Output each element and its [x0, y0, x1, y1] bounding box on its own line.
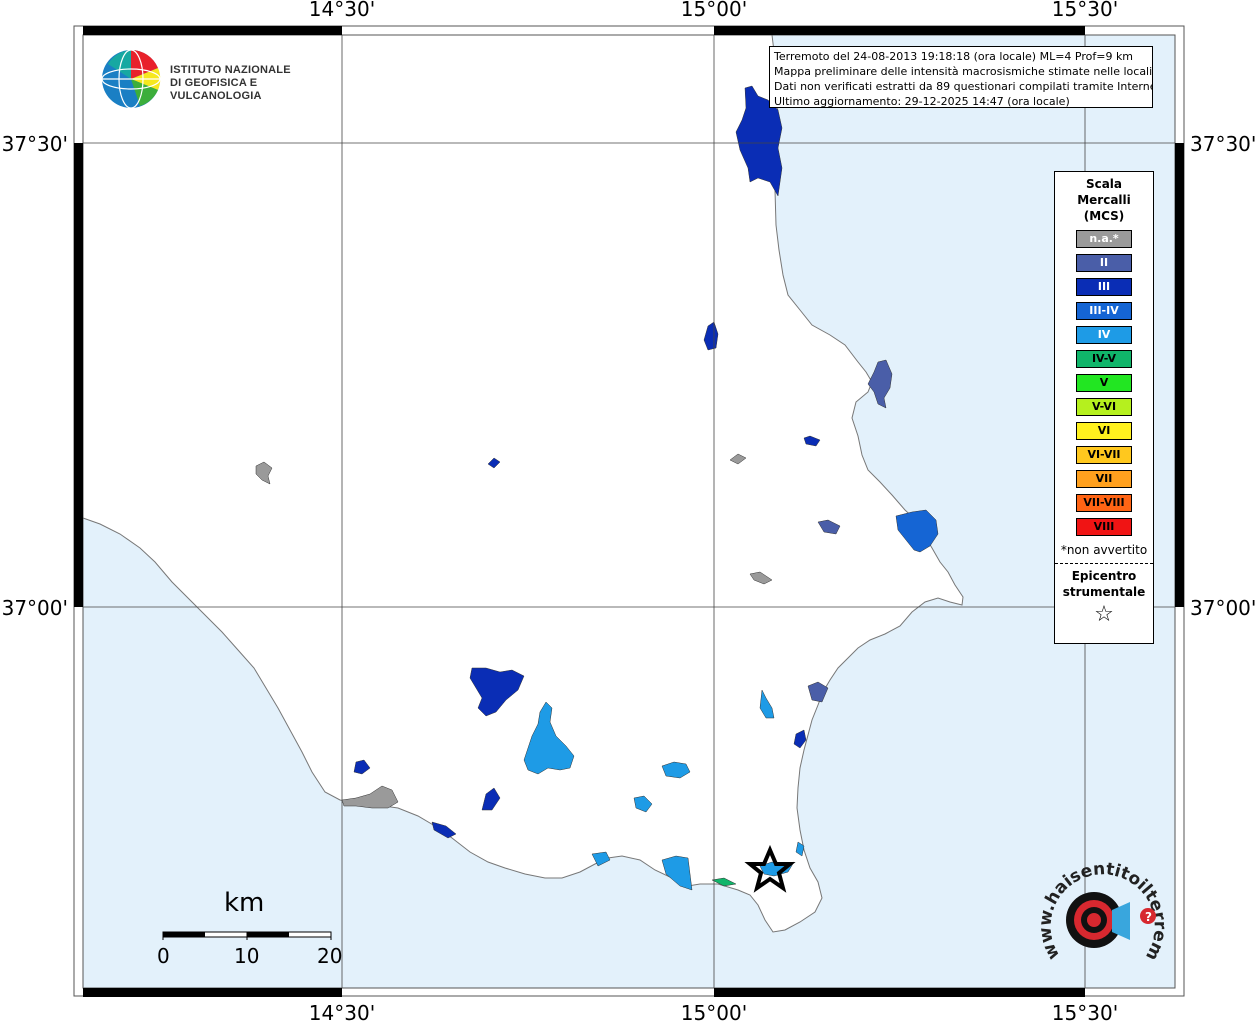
legend-title-line2: Mercalli	[1077, 193, 1131, 207]
legend-item: II	[1076, 254, 1132, 272]
legend-items: n.a.* II III III-IV IV IV-V V V-VI VI VI-VII VII VI…	[1055, 230, 1153, 536]
lon-label-bottom-2: 15°00'	[681, 1001, 747, 1024]
legend-title-line1: Scala	[1085, 177, 1123, 191]
lon-label-top-3: 15°30'	[1052, 0, 1118, 21]
lon-label-top-2: 15°00'	[681, 0, 747, 21]
legend-item: VI-VII	[1076, 446, 1132, 464]
hai-sentito-logo-graphic: www.haisentitoilterremoto.it ?	[1024, 845, 1170, 964]
lat-label-right-1: 37°30'	[1190, 132, 1256, 156]
legend-item: VII-VIII	[1076, 494, 1132, 512]
legend-epicenter-label: Epicentro strumentale	[1055, 568, 1153, 600]
lat-label-right-2: 37°00'	[1190, 596, 1256, 620]
hai-sentito-logo: www.haisentitoilterremoto.it ?	[1024, 845, 1170, 980]
info-line1: Terremoto del 24-08-2013 19:18:18 (ora l…	[774, 50, 1134, 63]
lat-label-left-1: 37°30'	[2, 132, 68, 156]
scale-bar: km 0 10 20	[150, 888, 350, 978]
legend-item: III	[1076, 278, 1132, 296]
scale-label-10: 10	[234, 944, 260, 968]
legend-item: V	[1076, 374, 1132, 392]
legend-item: n.a.*	[1076, 230, 1132, 248]
legend-epicenter-line1: Epicentro	[1071, 569, 1137, 583]
lon-label-top-1: 14°30'	[309, 0, 375, 21]
lon-label-bottom-3: 15°30'	[1052, 1001, 1118, 1024]
legend-item: III-IV	[1076, 302, 1132, 320]
event-info-box: Terremoto del 24-08-2013 19:18:18 (ora l…	[769, 46, 1153, 108]
legend-item: IV-V	[1076, 350, 1132, 368]
scale-label-20: 20	[317, 944, 343, 968]
scale-label-0: 0	[157, 944, 170, 968]
ingv-logo: ISTITUTO NAZIONALE DI GEOFISICA E VULCAN…	[100, 48, 320, 110]
info-line2: Mappa preliminare delle intensità macros…	[774, 65, 1153, 78]
legend-epicenter-line2: strumentale	[1062, 585, 1146, 599]
question-icon: ?	[1145, 910, 1152, 924]
legend-title-line3: (MCS)	[1083, 209, 1125, 223]
legend-note: *non avvertito	[1060, 543, 1148, 557]
intensity-legend: Scala Mercalli (MCS) n.a.* II III III-IV IV I…	[1054, 171, 1154, 644]
legend-item: IV	[1076, 326, 1132, 344]
legend-title: Scala Mercalli (MCS)	[1055, 176, 1153, 224]
lat-label-left-2: 37°00'	[2, 596, 68, 620]
lon-label-bottom-1: 14°30'	[309, 1001, 375, 1024]
info-line4: Ultimo aggiornamento: 29-12-2025 14:47 (…	[774, 95, 1070, 108]
legend-item: VIII	[1076, 518, 1132, 536]
scale-unit: km	[224, 888, 265, 918]
info-line3: Dati non verificati estratti da 89 quest…	[774, 80, 1153, 93]
logo-line1: ISTITUTO NAZIONALE	[170, 64, 291, 76]
legend-separator	[1055, 563, 1153, 564]
logo-line2: DI GEOFISICA E VULCANOLOGIA	[170, 77, 262, 102]
legend-item: VII	[1076, 470, 1132, 488]
legend-item: VI	[1076, 422, 1132, 440]
legend-item: V-VI	[1076, 398, 1132, 416]
ingv-globe-icon	[101, 49, 161, 109]
epicenter-star-icon: ☆	[1094, 602, 1114, 627]
